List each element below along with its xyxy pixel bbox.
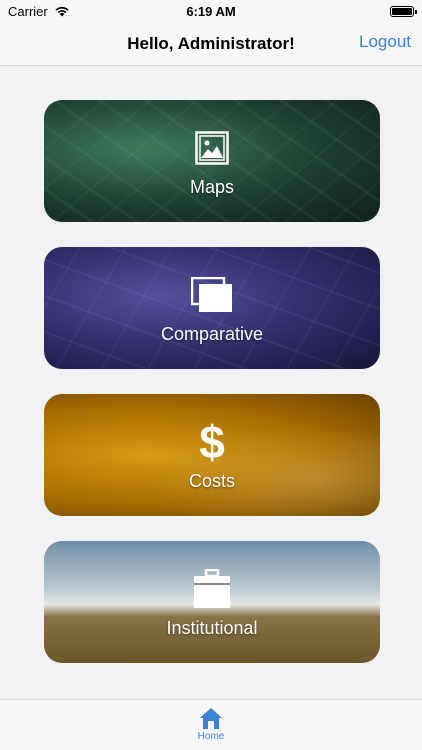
tab-home[interactable]: Home — [197, 706, 225, 742]
status-bar: Carrier 6:19 AM — [0, 0, 422, 22]
costs-card[interactable]: $ Costs — [44, 394, 380, 516]
card-label-costs: Costs — [188, 470, 235, 491]
card-label-maps: Maps — [189, 176, 234, 197]
image-icon — [195, 125, 229, 171]
card-label-comparative: Comparative — [160, 323, 264, 344]
institutional-card[interactable]: Institutional — [44, 541, 380, 663]
briefcase-icon — [193, 566, 231, 612]
status-left: Carrier — [8, 4, 70, 19]
navigation-bar: Hello, Administrator! Logout — [0, 22, 422, 66]
wifi-icon — [55, 6, 69, 17]
tab-bar: Home — [0, 699, 422, 750]
logout-button[interactable]: Logout — [359, 32, 411, 52]
tab-label-home: Home — [197, 731, 225, 742]
home-icon — [200, 708, 222, 729]
maps-card[interactable]: Maps — [44, 100, 380, 222]
battery-icon — [390, 5, 417, 17]
menu-cards: Maps Comparative $ Costs Institutional — [44, 100, 380, 688]
page-title: Hello, Administrator! — [127, 33, 295, 53]
status-time: 6:19 AM — [186, 3, 236, 19]
copy-icon — [191, 272, 233, 318]
carrier-label: Carrier — [8, 3, 48, 19]
comparative-card[interactable]: Comparative — [44, 247, 380, 369]
dollar-icon: $ — [199, 415, 225, 468]
card-label-institutional: Institutional — [166, 617, 258, 638]
